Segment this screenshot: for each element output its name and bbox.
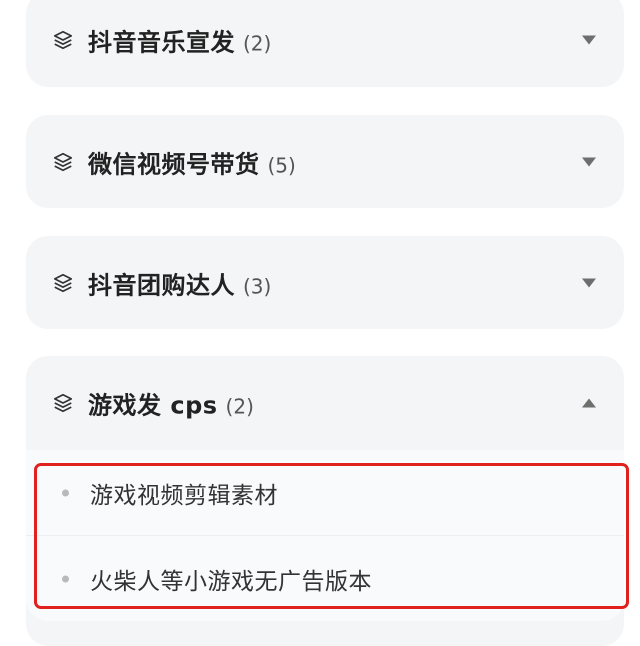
category-count: (2) bbox=[225, 394, 254, 419]
category-panel-wechat: 微信视频号带货 (5) bbox=[26, 115, 624, 208]
category-panel-game-cps: 游戏发 cps (2) 游戏视频剪辑素材 火柴人等小游戏无广告版本 bbox=[26, 356, 624, 646]
category-count: (2) bbox=[243, 31, 272, 55]
category-title: 游戏发 cps bbox=[88, 391, 218, 420]
category-count: (5) bbox=[267, 153, 296, 177]
list-item[interactable]: 游戏视频剪辑素材 bbox=[26, 450, 624, 535]
category-title: 微信视频号带货 bbox=[88, 150, 260, 178]
sub-item-list: 游戏视频剪辑素材 火柴人等小游戏无广告版本 bbox=[26, 450, 624, 621]
list-item[interactable]: 火柴人等小游戏无广告版本 bbox=[26, 535, 624, 621]
chevron-down-icon[interactable] bbox=[582, 35, 596, 44]
chevron-down-icon[interactable] bbox=[582, 278, 596, 287]
layers-icon bbox=[53, 273, 73, 292]
category-header-wechat[interactable]: 微信视频号带货 (5) bbox=[26, 115, 624, 208]
chevron-up-icon[interactable] bbox=[582, 398, 596, 408]
category-panel-music: 抖音音乐宣发 (2) bbox=[26, 0, 624, 87]
list-item-label: 游戏视频剪辑素材 bbox=[90, 482, 278, 509]
bullet-dot bbox=[62, 489, 69, 496]
category-header-game-cps[interactable]: 游戏发 cps (2) bbox=[26, 356, 624, 450]
list-item-label: 火柴人等小游戏无广告版本 bbox=[90, 568, 372, 595]
category-header-music[interactable]: 抖音音乐宣发 (2) bbox=[26, 0, 624, 87]
chevron-down-icon[interactable] bbox=[582, 157, 596, 166]
bullet-dot bbox=[62, 575, 69, 582]
category-panel-groupbuy: 抖音团购达人 (3) bbox=[26, 236, 624, 329]
layers-icon bbox=[53, 30, 73, 49]
layers-icon bbox=[53, 152, 73, 171]
category-title: 抖音音乐宣发 bbox=[88, 28, 235, 56]
category-title: 抖音团购达人 bbox=[88, 271, 235, 299]
layers-icon bbox=[53, 393, 73, 413]
category-header-groupbuy[interactable]: 抖音团购达人 (3) bbox=[26, 236, 624, 329]
category-count: (3) bbox=[243, 274, 272, 298]
